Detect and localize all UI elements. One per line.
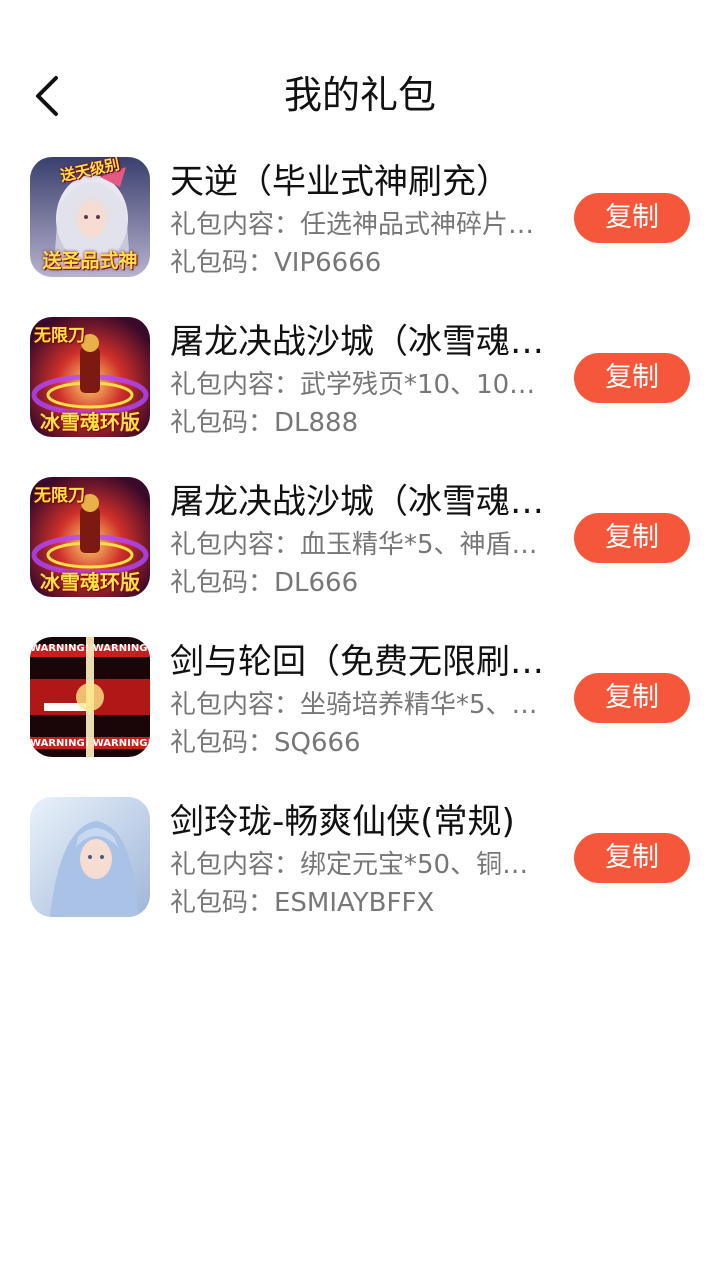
- copy-button[interactable]: 复制: [574, 513, 690, 563]
- game-name: 屠龙决战沙城（冰雪魂…: [170, 322, 544, 362]
- gift-code: 礼包码：SQ666: [170, 728, 361, 758]
- thumb-top-label: 无限刀: [34, 326, 85, 346]
- gift-item[interactable]: 无限刀 冰雪魂环版 屠龙决战沙城（冰雪魂… 礼包内容：武学残页*10、10… 礼…: [0, 310, 720, 470]
- gift-content: 礼包内容：坐骑培养精华*5、…: [170, 690, 538, 720]
- header: 我的礼包: [0, 60, 720, 130]
- gift-info: 天逆（毕业式神刷充） 礼包内容：任选神品式神碎片… 礼包码：VIP6666: [170, 158, 555, 282]
- copy-button[interactable]: 复制: [574, 673, 690, 723]
- thumb-bottom-label: 冰雪魂环版: [40, 570, 140, 594]
- copy-button[interactable]: 复制: [574, 193, 690, 243]
- thumb-bottom-label: 送圣品式神: [42, 250, 138, 272]
- gift-info: 剑玲珑-畅爽仙侠(常规) 礼包内容：绑定元宝*50、铜… 礼包码：ESMIAYB…: [170, 798, 555, 922]
- gift-item[interactable]: 无限刀 冰雪魂环版 屠龙决战沙城（冰雪魂… 礼包内容：血玉精华*5、神盾… 礼包…: [0, 470, 720, 630]
- gift-content: 礼包内容：绑定元宝*50、铜…: [170, 850, 529, 880]
- game-name: 剑玲珑-畅爽仙侠(常规): [170, 802, 515, 842]
- gift-item[interactable]: WARNING! WARNING! WARNING! WARNING! 剑与轮回…: [0, 630, 720, 790]
- thumb-top-label: 无限刀: [34, 486, 85, 506]
- copy-button[interactable]: 复制: [574, 353, 690, 403]
- game-name: 屠龙决战沙城（冰雪魂…: [170, 482, 544, 522]
- thumb-top-label: WARNING! WARNING!: [30, 643, 150, 654]
- game-name: 剑与轮回（免费无限刷…: [170, 642, 544, 682]
- page-title: 我的礼包: [283, 73, 436, 117]
- gift-content: 礼包内容：任选神品式神碎片…: [170, 210, 535, 240]
- thumb-bottom-label: WARNING! WARNING!: [30, 738, 150, 749]
- gift-content: 礼包内容：武学残页*10、10…: [170, 370, 536, 400]
- gift-item[interactable]: 送天级别 送圣品式神 天逆（毕业式神刷充） 礼包内容：任选神品式神碎片… 礼包码…: [0, 150, 720, 310]
- thumb-bottom-label: 冰雪魂环版: [40, 410, 140, 434]
- game-thumbnail: 送天级别 送圣品式神: [30, 157, 150, 277]
- game-name: 天逆（毕业式神刷充）: [170, 162, 510, 202]
- game-thumbnail: 无限刀 冰雪魂环版: [30, 317, 150, 437]
- gift-item[interactable]: 剑玲珑-畅爽仙侠(常规) 礼包内容：绑定元宝*50、铜… 礼包码：ESMIAYB…: [0, 790, 720, 950]
- gift-code: 礼包码：VIP6666: [170, 248, 382, 278]
- gift-code: 礼包码：DL888: [170, 408, 359, 438]
- gift-content: 礼包内容：血玉精华*5、神盾…: [170, 530, 538, 560]
- game-thumbnail: WARNING! WARNING! WARNING! WARNING!: [30, 637, 150, 757]
- gift-code: 礼包码：ESMIAYBFFX: [170, 888, 435, 918]
- gift-list: 送天级别 送圣品式神 天逆（毕业式神刷充） 礼包内容：任选神品式神碎片… 礼包码…: [0, 150, 720, 950]
- gift-code: 礼包码：DL666: [170, 568, 359, 598]
- gift-info: 剑与轮回（免费无限刷… 礼包内容：坐骑培养精华*5、… 礼包码：SQ666: [170, 638, 555, 762]
- game-thumbnail: 无限刀 冰雪魂环版: [30, 477, 150, 597]
- gift-info: 屠龙决战沙城（冰雪魂… 礼包内容：血玉精华*5、神盾… 礼包码：DL666: [170, 478, 555, 602]
- copy-button[interactable]: 复制: [574, 833, 690, 883]
- game-thumbnail: [30, 797, 150, 917]
- gift-info: 屠龙决战沙城（冰雪魂… 礼包内容：武学残页*10、10… 礼包码：DL888: [170, 318, 555, 442]
